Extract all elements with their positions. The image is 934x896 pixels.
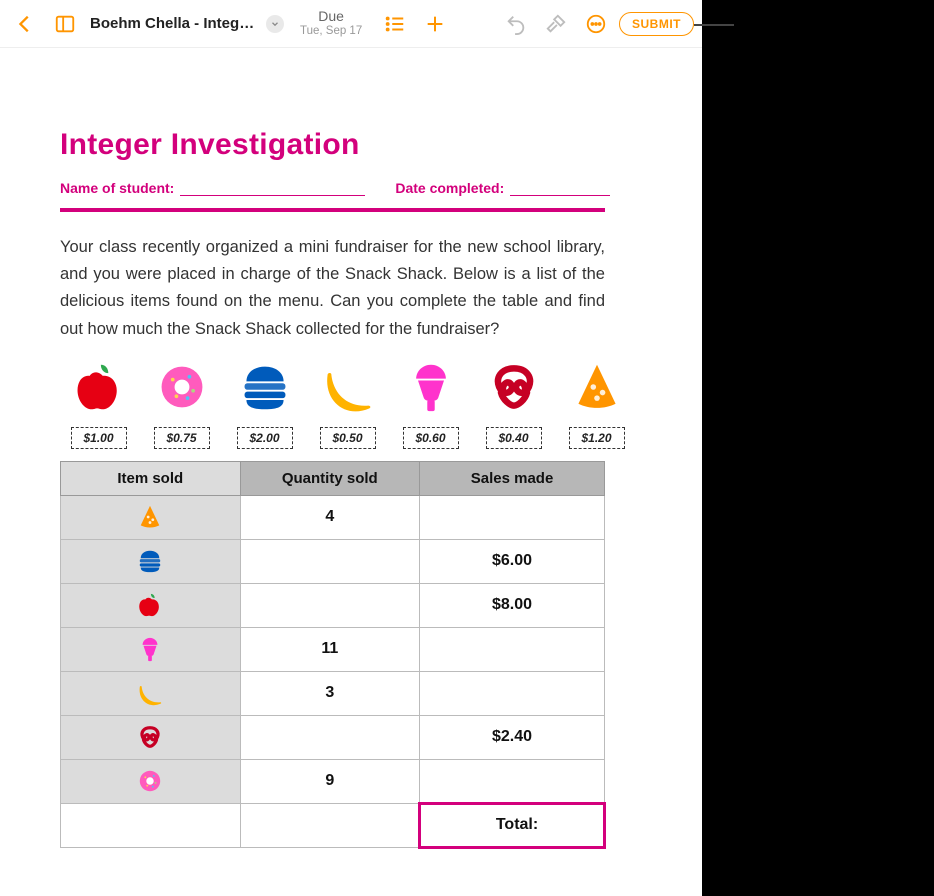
toolbar: Boehm Chella - Integers I... Due Tue, Se… bbox=[0, 0, 702, 48]
burger-icon bbox=[137, 548, 163, 574]
document-title: Boehm Chella - Integers I... bbox=[90, 15, 260, 32]
gavel-icon[interactable] bbox=[539, 7, 573, 41]
cell-sales[interactable] bbox=[420, 671, 605, 715]
cell-qty[interactable]: 9 bbox=[240, 759, 420, 803]
table-row: 11 bbox=[61, 627, 605, 671]
divider bbox=[60, 208, 605, 212]
pretzel-icon bbox=[488, 361, 540, 413]
cell-item bbox=[61, 759, 241, 803]
sales-table: Item sold Quantity sold Sales made 4$6.0… bbox=[60, 461, 605, 848]
donut-icon bbox=[156, 361, 208, 413]
pizza-icon bbox=[571, 361, 623, 413]
page-title: Integer Investigation bbox=[60, 128, 642, 162]
banana-icon bbox=[322, 361, 374, 413]
document-title-dropdown[interactable]: Boehm Chella - Integers I... bbox=[90, 15, 284, 33]
cell-qty[interactable] bbox=[240, 715, 420, 759]
worksheet-page: Integer Investigation Name of student: D… bbox=[0, 48, 702, 868]
price-box: $1.20 bbox=[569, 427, 625, 449]
list-button[interactable] bbox=[378, 7, 412, 41]
add-button[interactable] bbox=[418, 7, 452, 41]
table-row: $6.00 bbox=[61, 539, 605, 583]
price-box: $0.50 bbox=[320, 427, 376, 449]
due-date-display: Due Tue, Sep 17 bbox=[300, 9, 362, 37]
pizza-icon bbox=[137, 504, 163, 530]
cell-qty[interactable]: 4 bbox=[240, 495, 420, 539]
cell-item bbox=[61, 495, 241, 539]
price-box: $1.00 bbox=[71, 427, 127, 449]
instructions-paragraph: Your class recently organized a mini fun… bbox=[60, 234, 605, 343]
table-row: 3 bbox=[61, 671, 605, 715]
price-box: $0.60 bbox=[403, 427, 459, 449]
menu-item: $0.75 bbox=[143, 361, 220, 449]
col-qty: Quantity sold bbox=[240, 461, 420, 495]
col-item: Item sold bbox=[61, 461, 241, 495]
cell-item bbox=[61, 715, 241, 759]
name-blank[interactable] bbox=[180, 182, 365, 196]
menu-item: $0.50 bbox=[309, 361, 386, 449]
burger-icon bbox=[239, 361, 291, 413]
chevron-down-icon bbox=[266, 15, 284, 33]
student-info-row: Name of student: Date completed: bbox=[60, 180, 642, 196]
cell-item bbox=[61, 671, 241, 715]
table-row: $2.40 bbox=[61, 715, 605, 759]
table-header-row: Item sold Quantity sold Sales made bbox=[61, 461, 605, 495]
undo-button[interactable] bbox=[499, 7, 533, 41]
cell-sales[interactable] bbox=[420, 759, 605, 803]
icecream-icon bbox=[137, 636, 163, 662]
table-total-row: Total: bbox=[61, 803, 605, 847]
cell-item bbox=[61, 539, 241, 583]
cell-sales[interactable]: $8.00 bbox=[420, 583, 605, 627]
table-row: 4 bbox=[61, 495, 605, 539]
cell-empty bbox=[61, 803, 241, 847]
name-field: Name of student: bbox=[60, 180, 365, 196]
menu-item: $0.40 bbox=[475, 361, 552, 449]
cell-qty[interactable]: 3 bbox=[240, 671, 420, 715]
table-row: 9 bbox=[61, 759, 605, 803]
cell-qty[interactable] bbox=[240, 583, 420, 627]
cell-item bbox=[61, 583, 241, 627]
icecream-icon bbox=[405, 361, 457, 413]
cell-qty[interactable] bbox=[240, 539, 420, 583]
sidebar-toggle-button[interactable] bbox=[48, 7, 82, 41]
cell-total[interactable]: Total: bbox=[420, 803, 605, 847]
name-label: Name of student: bbox=[60, 180, 174, 196]
menu-item: $2.00 bbox=[226, 361, 303, 449]
due-label: Due bbox=[300, 9, 362, 24]
date-label: Date completed: bbox=[395, 180, 504, 196]
callout-line bbox=[694, 24, 734, 26]
menu-item: $0.60 bbox=[392, 361, 469, 449]
due-date: Tue, Sep 17 bbox=[300, 25, 362, 38]
col-sales: Sales made bbox=[420, 461, 605, 495]
app-window: Boehm Chella - Integers I... Due Tue, Se… bbox=[0, 0, 702, 896]
cell-sales[interactable] bbox=[420, 495, 605, 539]
apple-icon bbox=[73, 361, 125, 413]
cell-sales[interactable]: $2.40 bbox=[420, 715, 605, 759]
price-box: $0.40 bbox=[486, 427, 542, 449]
banana-icon bbox=[137, 680, 163, 706]
table-row: $8.00 bbox=[61, 583, 605, 627]
menu-item: $1.00 bbox=[60, 361, 137, 449]
apple-icon bbox=[137, 592, 163, 618]
back-button[interactable] bbox=[8, 7, 42, 41]
cell-qty[interactable]: 11 bbox=[240, 627, 420, 671]
more-button[interactable] bbox=[579, 7, 613, 41]
submit-button[interactable]: SUBMIT bbox=[619, 12, 694, 36]
price-box: $2.00 bbox=[237, 427, 293, 449]
cell-empty bbox=[240, 803, 420, 847]
date-field: Date completed: bbox=[395, 180, 610, 196]
cell-sales[interactable]: $6.00 bbox=[420, 539, 605, 583]
cell-sales[interactable] bbox=[420, 627, 605, 671]
menu-items-row: $1.00 $0.75 $2.00 $0.50 $0.60 $0.40 $1.20 bbox=[60, 361, 642, 449]
pretzel-icon bbox=[137, 724, 163, 750]
donut-icon bbox=[137, 768, 163, 794]
cell-item bbox=[61, 627, 241, 671]
date-blank[interactable] bbox=[510, 182, 610, 196]
price-box: $0.75 bbox=[154, 427, 210, 449]
menu-item: $1.20 bbox=[558, 361, 635, 449]
